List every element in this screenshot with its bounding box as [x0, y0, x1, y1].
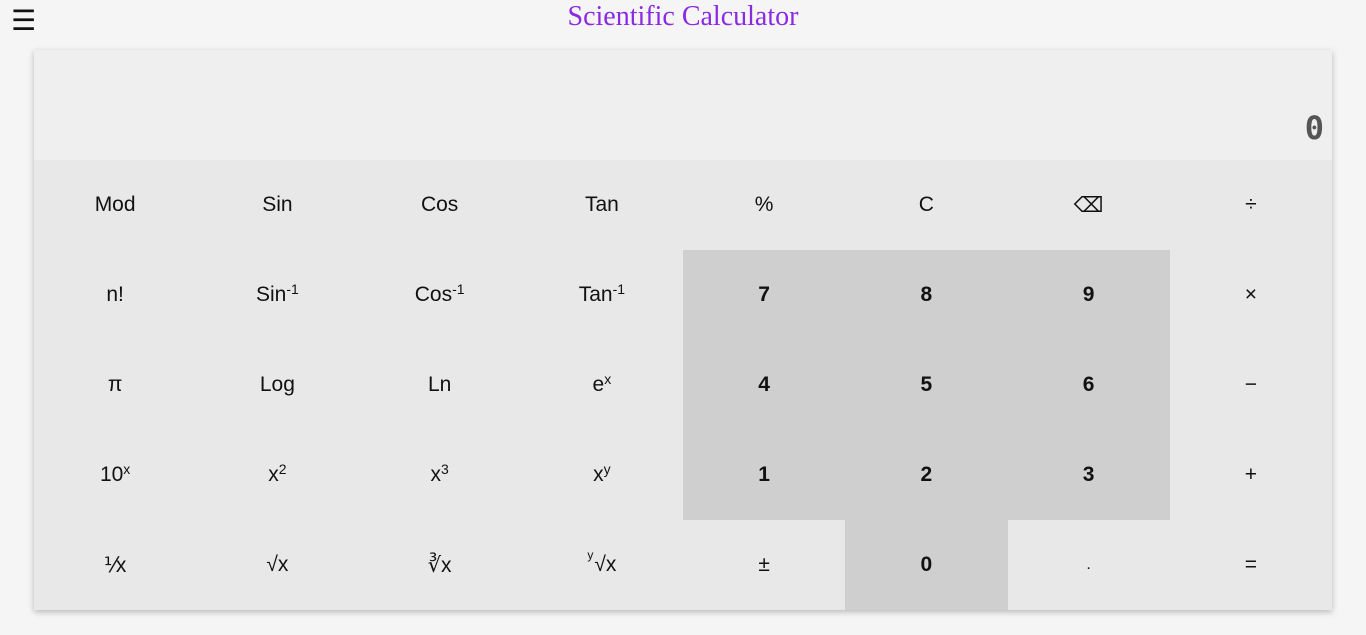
- square-button[interactable]: x2: [196, 430, 358, 520]
- cos-button[interactable]: Cos: [359, 160, 521, 250]
- page-title: Scientific Calculator: [567, 1, 799, 32]
- keypad: Mod Sin Cos Tan % C ⌫ ÷ n! Sin -1 Cos -1 T…: [34, 160, 1332, 610]
- ln-button[interactable]: Ln: [359, 340, 521, 430]
- clear-button[interactable]: C: [845, 160, 1007, 250]
- digit-2-button[interactable]: 2: [845, 430, 1008, 520]
- calculator: 0 Mod Sin Cos Tan % C ⌫ ÷ n! Sin -1 Cos -1…: [34, 50, 1332, 610]
- square-base: x: [268, 463, 279, 486]
- sin-button[interactable]: Sin: [196, 160, 358, 250]
- arccos-superscript: -1: [452, 281, 465, 297]
- top-bar: ☰ Scientific Calculator: [0, 0, 1366, 50]
- digit-4-button[interactable]: 4: [683, 340, 846, 430]
- digit-5-button[interactable]: 5: [845, 340, 1008, 430]
- cube-base: x: [430, 463, 441, 486]
- backspace-button[interactable]: ⌫: [1008, 160, 1170, 250]
- digit-1-button[interactable]: 1: [683, 430, 846, 520]
- plus-minus-button[interactable]: ±: [683, 520, 845, 610]
- cube-root-button[interactable]: ∛x: [359, 520, 521, 610]
- arctan-superscript: -1: [612, 281, 626, 297]
- arctan-button[interactable]: Tan -1: [521, 250, 683, 340]
- power-superscript: y: [603, 461, 611, 477]
- digit-0-button[interactable]: 0: [845, 520, 1008, 610]
- y-root-body: √x: [594, 553, 617, 576]
- minus-button[interactable]: −: [1170, 340, 1332, 430]
- ten-power-superscript: x: [123, 461, 131, 477]
- arcsin-label: Sin: [255, 283, 287, 306]
- pi-button[interactable]: π: [34, 340, 196, 430]
- reciprocal-button[interactable]: ⅟x: [34, 520, 196, 610]
- arccos-button[interactable]: Cos -1: [359, 250, 521, 340]
- backspace-icon: ⌫: [1073, 193, 1104, 217]
- y-root-button[interactable]: y √x: [521, 520, 683, 610]
- factorial-button[interactable]: n!: [34, 250, 196, 340]
- digit-3-button[interactable]: 3: [1007, 430, 1170, 520]
- arcsin-button[interactable]: Sin -1: [196, 250, 358, 340]
- arcsin-superscript: -1: [286, 281, 299, 297]
- display-value: 0: [1304, 109, 1324, 147]
- cube-superscript: 3: [440, 461, 449, 477]
- power-button[interactable]: xy: [521, 430, 683, 520]
- calculator-display: 0: [34, 50, 1332, 160]
- exp-button[interactable]: ex: [521, 340, 683, 430]
- square-superscript: 2: [278, 461, 287, 477]
- digit-8-button[interactable]: 8: [845, 250, 1008, 340]
- arccos-label: Cos: [414, 283, 453, 306]
- digit-9-button[interactable]: 9: [1007, 250, 1170, 340]
- ten-power-base: 10: [99, 463, 124, 486]
- y-root-index: y: [587, 548, 594, 562]
- digit-6-button[interactable]: 6: [1007, 340, 1170, 430]
- square-root-button[interactable]: √x: [196, 520, 358, 610]
- percent-button[interactable]: %: [683, 160, 845, 250]
- ten-power-button[interactable]: 10 x: [34, 430, 196, 520]
- mod-button[interactable]: Mod: [34, 160, 196, 250]
- tan-button[interactable]: Tan: [521, 160, 683, 250]
- multiply-button[interactable]: ×: [1170, 250, 1332, 340]
- power-base: x: [593, 463, 604, 486]
- cube-button[interactable]: x3: [359, 430, 521, 520]
- plus-button[interactable]: +: [1170, 430, 1332, 520]
- digit-7-button[interactable]: 7: [683, 250, 846, 340]
- exp-superscript: x: [604, 371, 612, 387]
- log-button[interactable]: Log: [196, 340, 358, 430]
- equals-button[interactable]: =: [1170, 520, 1332, 610]
- arctan-label: Tan: [578, 283, 613, 306]
- decimal-button[interactable]: .: [1008, 520, 1170, 610]
- divide-button[interactable]: ÷: [1170, 160, 1332, 250]
- exp-base: e: [592, 373, 605, 396]
- decimal-label: .: [1086, 556, 1091, 573]
